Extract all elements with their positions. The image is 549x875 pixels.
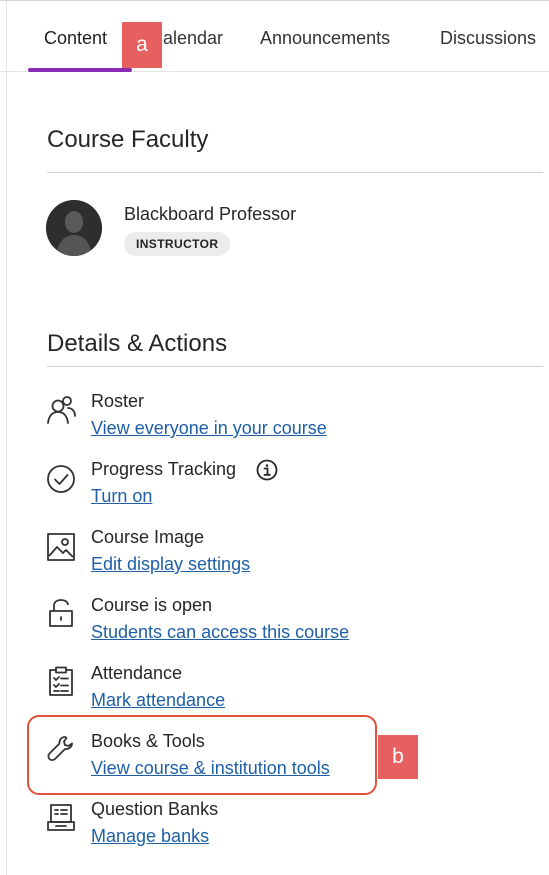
attendance-link[interactable]: Mark attendance [91, 690, 225, 711]
annotation-badge-a: a [122, 22, 162, 68]
books-tools-link[interactable]: View course & institution tools [91, 758, 330, 779]
wrench-icon [46, 734, 76, 764]
question-bank-icon [46, 803, 76, 833]
roster-title: Roster [91, 391, 145, 411]
course-open-link[interactable]: Students can access this course [91, 622, 349, 643]
role-badge: INSTRUCTOR [124, 232, 231, 256]
image-icon [46, 532, 76, 562]
course-faculty-title: Course Faculty [47, 126, 209, 153]
person-silhouette-icon [46, 200, 102, 256]
question-banks-link[interactable]: Manage banks [91, 826, 209, 847]
tab-calendar[interactable]: Calendar [150, 28, 235, 49]
progress-tracking-link[interactable]: Turn on [91, 486, 152, 507]
faculty-name[interactable]: Blackboard Professor [124, 204, 296, 225]
tab-announcements[interactable]: Announcements [260, 28, 390, 49]
course-faculty-divider [47, 172, 543, 173]
books-tools-highlight [27, 715, 377, 795]
unlock-icon [46, 598, 76, 628]
left-divider [6, 0, 7, 875]
details-actions-title: Details & Actions [47, 330, 228, 357]
progress-tracking-title: Progress Tracking [91, 459, 237, 479]
question-banks-title: Question Banks [91, 799, 219, 819]
tab-content[interactable]: Content [44, 28, 107, 49]
course-tabs: Content Calendar Announcements Discussio… [0, 0, 549, 72]
progress-check-icon [46, 464, 76, 494]
course-open-title: Course is open [91, 595, 213, 615]
course-image-link[interactable]: Edit display settings [91, 554, 250, 575]
attendance-title: Attendance [91, 663, 183, 683]
annotation-badge-b: b [378, 735, 418, 779]
roster-icon [46, 394, 76, 424]
books-tools-title: Books & Tools [91, 731, 205, 751]
info-icon[interactable] [256, 459, 278, 481]
active-tab-indicator [28, 68, 132, 72]
roster-link[interactable]: View everyone in your course [91, 418, 327, 439]
attendance-clipboard-icon [46, 666, 76, 696]
avatar[interactable] [46, 200, 102, 256]
details-actions-divider [47, 366, 543, 367]
tab-discussions[interactable]: Discussions [440, 28, 536, 49]
course-image-title: Course Image [91, 527, 205, 547]
